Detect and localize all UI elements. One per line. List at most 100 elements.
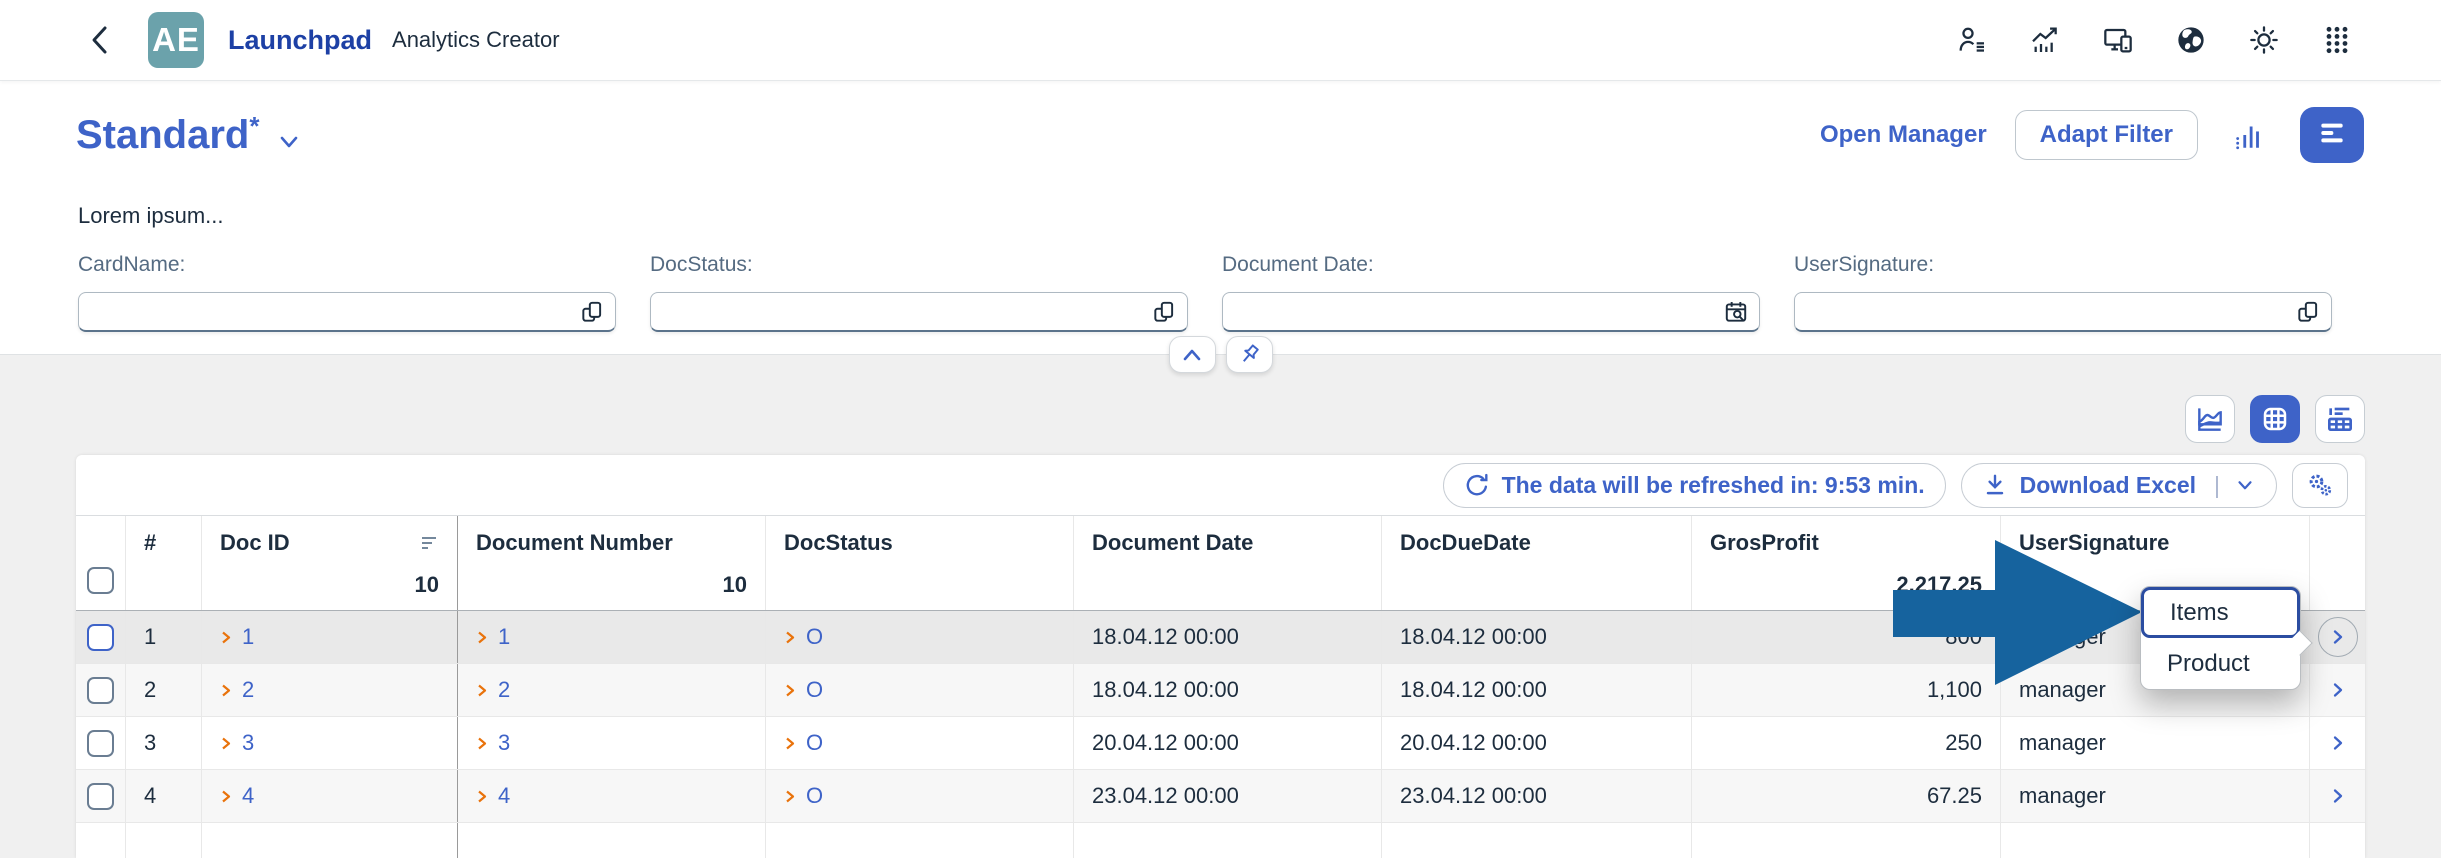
cell-grosprofit: 67.25: [1692, 770, 2001, 822]
devices-icon[interactable]: [2102, 24, 2134, 56]
back-icon[interactable]: [88, 23, 112, 57]
usersignature-input[interactable]: [1794, 292, 2332, 332]
analytics-bars-icon[interactable]: [2226, 112, 2272, 158]
table-chart-view-button[interactable]: [2315, 395, 2365, 443]
trend-chart-icon[interactable]: [2029, 24, 2061, 56]
doc-id-link[interactable]: 2: [242, 677, 254, 703]
user-settings-icon[interactable]: [1956, 24, 1988, 56]
row-navigation-button[interactable]: [2330, 734, 2346, 752]
page-title: Standard: [76, 113, 250, 157]
doc-id-link[interactable]: 3: [242, 730, 254, 756]
column-header-docduedate[interactable]: DocDueDate: [1382, 516, 1692, 610]
column-header-nav: [2310, 516, 2365, 610]
column-header-grosprofit[interactable]: GrosProfit 2,217.25: [1692, 516, 2001, 610]
brightness-icon[interactable]: [2248, 24, 2280, 56]
document-number-link[interactable]: 1: [498, 624, 510, 650]
cell-docstatus[interactable]: O: [766, 664, 1074, 716]
doc-id-link[interactable]: 4: [242, 783, 254, 809]
chart-view-button[interactable]: [2185, 395, 2235, 443]
cell-document-number[interactable]: 3: [458, 717, 766, 769]
cell-document-date: 18.04.12 00:00: [1074, 611, 1382, 663]
column-menu-icon[interactable]: [419, 535, 439, 551]
table-row[interactable]: 4 4 4 O 23.04.12 00:00 23.04.12 00:00 67…: [76, 770, 2365, 823]
row-navigation-button[interactable]: [2330, 681, 2346, 699]
table-header-row: # Doc ID 10 Document Number 10 DocStatus: [76, 516, 2365, 611]
cell-doc-id[interactable]: 2: [202, 664, 458, 716]
download-excel-label: Download Excel: [2019, 471, 2197, 498]
cell-docstatus[interactable]: O: [766, 770, 1074, 822]
context-menu-item-product[interactable]: Product: [2141, 638, 2300, 689]
value-help-icon[interactable]: [2295, 299, 2321, 325]
cell-document-number[interactable]: 4: [458, 770, 766, 822]
document-number-link[interactable]: 2: [498, 677, 510, 703]
cardname-input[interactable]: [78, 292, 616, 332]
table-row[interactable]: 3 3 3 O 20.04.12 00:00 20.04.12 00:00 25…: [76, 717, 2365, 770]
doc-id-link[interactable]: 1: [242, 624, 254, 650]
column-header-document-date[interactable]: Document Date: [1074, 516, 1382, 610]
docstatus-link[interactable]: O: [806, 624, 823, 650]
row-checkbox[interactable]: [87, 676, 114, 704]
row-navigation-button[interactable]: [2330, 787, 2346, 805]
variant-selector[interactable]: Standard *: [76, 111, 303, 157]
cell-docstatus[interactable]: O: [766, 611, 1074, 663]
table-settings-button[interactable]: [2292, 462, 2348, 508]
total-document-number: 10: [722, 572, 747, 597]
pin-filter-button[interactable]: [1225, 336, 1273, 373]
select-all-checkbox[interactable]: [87, 567, 114, 594]
refresh-countdown-button[interactable]: The data will be refreshed in: 9:53 min.: [1442, 462, 1946, 508]
cell-doc-id[interactable]: 4: [202, 770, 458, 822]
cell-document-date: 20.04.12 00:00: [1074, 717, 1382, 769]
column-header-docstatus[interactable]: DocStatus: [766, 516, 1074, 610]
docstatus-input-field[interactable]: [651, 293, 1151, 330]
globe-icon[interactable]: [2175, 24, 2207, 56]
docstatus-link[interactable]: O: [806, 730, 823, 756]
value-help-icon[interactable]: [579, 299, 605, 325]
chevron-down-icon[interactable]: [2234, 474, 2256, 496]
cell-index: 2: [126, 664, 202, 716]
app-logo[interactable]: AE: [148, 12, 204, 68]
filter-layout-button[interactable]: [2300, 107, 2364, 163]
download-split-divider: |: [2214, 471, 2220, 498]
table-row[interactable]: 1 1 1 O 18.04.12 00:00 18.04.12 00:00 80…: [76, 611, 2365, 664]
adapt-filter-button[interactable]: Adapt Filter: [2014, 110, 2198, 160]
row-checkbox[interactable]: [87, 729, 114, 757]
chevron-down-icon[interactable]: [275, 131, 303, 153]
cell-document-number[interactable]: 2: [458, 664, 766, 716]
cell-docduedate: 18.04.12 00:00: [1382, 611, 1692, 663]
document-date-input[interactable]: [1222, 292, 1760, 332]
value-help-icon[interactable]: [1151, 299, 1177, 325]
document-number-link[interactable]: 4: [498, 783, 510, 809]
drilldown-chevron-icon: [478, 631, 487, 643]
cell-doc-id[interactable]: 3: [202, 717, 458, 769]
open-manager-link[interactable]: Open Manager: [1820, 121, 1987, 149]
date-picker-icon[interactable]: [1723, 299, 1749, 325]
table-row-partial: [76, 823, 2365, 858]
row-checkbox[interactable]: [87, 782, 114, 810]
usersignature-input-field[interactable]: [1795, 293, 2295, 330]
document-date-input-field[interactable]: [1223, 293, 1723, 330]
grid-view-button[interactable]: [2250, 395, 2300, 443]
row-checkbox[interactable]: [87, 623, 114, 651]
cell-docstatus[interactable]: O: [766, 717, 1074, 769]
download-excel-button[interactable]: Download Excel |: [1960, 462, 2277, 508]
cell-document-date: 23.04.12 00:00: [1074, 770, 1382, 822]
context-menu-item-items[interactable]: Items: [2141, 587, 2300, 638]
document-number-link[interactable]: 3: [498, 730, 510, 756]
column-header-document-number[interactable]: Document Number 10: [458, 516, 766, 610]
table-row[interactable]: 2 2 2 O 18.04.12 00:00 18.04.12 00:00 1,…: [76, 664, 2365, 717]
docstatus-input[interactable]: [650, 292, 1188, 332]
cardname-input-field[interactable]: [79, 293, 579, 330]
collapse-filter-button[interactable]: [1168, 336, 1216, 373]
docstatus-link[interactable]: O: [806, 783, 823, 809]
drilldown-chevron-icon: [478, 684, 487, 696]
row-navigation-button[interactable]: [2317, 617, 2358, 657]
docstatus-link[interactable]: O: [806, 677, 823, 703]
drilldown-chevron-icon: [222, 631, 231, 643]
column-header-doc-id[interactable]: Doc ID 10: [202, 516, 458, 610]
cell-doc-id[interactable]: 1: [202, 611, 458, 663]
cell-document-number[interactable]: 1: [458, 611, 766, 663]
app-grid-icon[interactable]: [2321, 24, 2353, 56]
column-header-index[interactable]: #: [126, 516, 202, 610]
total-doc-id: 10: [414, 572, 439, 597]
cell-index: 4: [126, 770, 202, 822]
